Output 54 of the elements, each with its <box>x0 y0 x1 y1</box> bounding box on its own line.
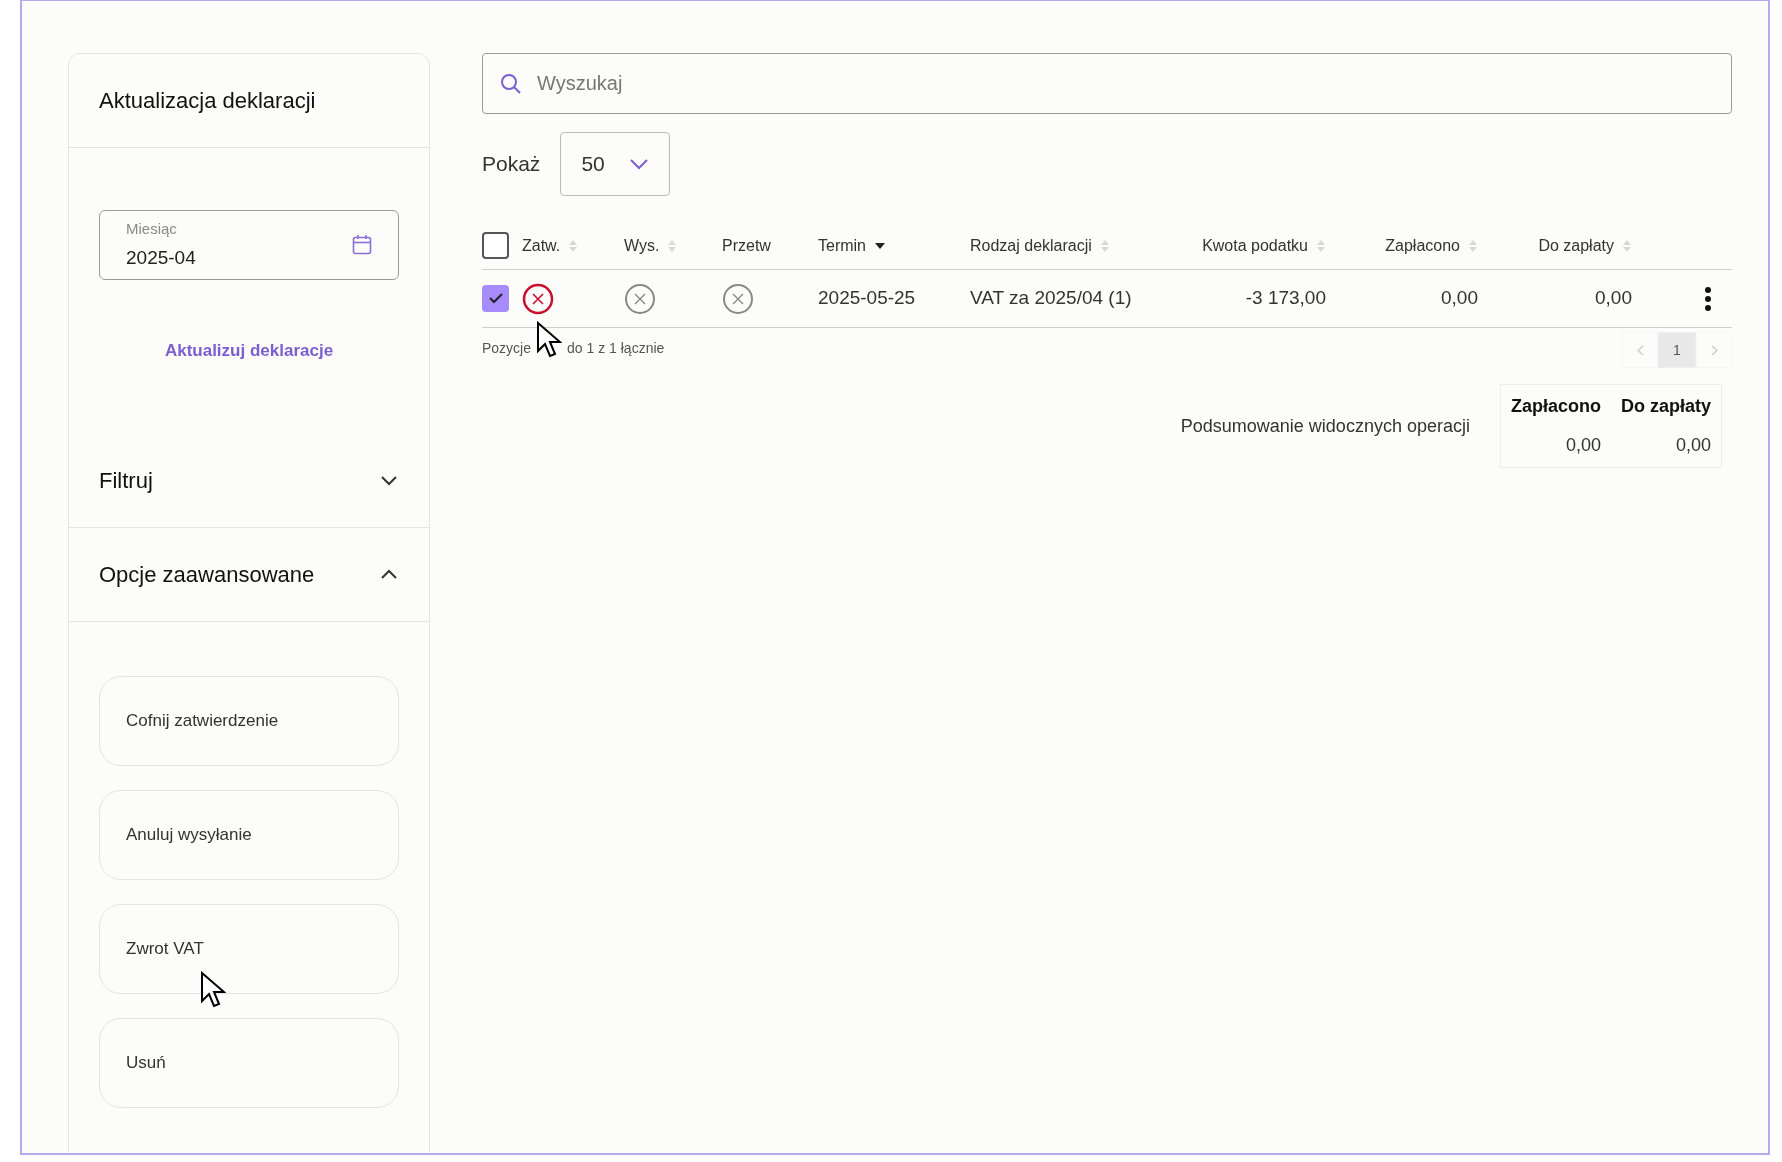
column-header: Przetw <box>722 235 771 256</box>
action-button[interactable]: Usuń <box>99 1017 399 1108</box>
check-icon <box>488 293 503 304</box>
action-button[interactable]: Zwrot VAT <box>99 903 399 994</box>
column-header[interactable]: Zapłacono <box>1385 233 1478 258</box>
column-header[interactable]: Zatw. <box>522 233 579 258</box>
pagination-info: Pozycje <box>482 339 532 358</box>
summary-header: Do zapłaty <box>1620 395 1711 418</box>
action-button[interactable]: Anuluj wysyłanie <box>99 789 399 880</box>
calendar-icon <box>352 234 372 256</box>
chevron-left-icon <box>1636 344 1644 356</box>
chevron-down-icon <box>629 158 650 170</box>
cursor-icon <box>200 971 226 1009</box>
column-header[interactable]: Kwota podatku <box>1202 233 1326 258</box>
sort-icon[interactable] <box>1622 238 1632 253</box>
page-size-label: Pokaż <box>482 151 541 178</box>
panel-title: Aktualizacja deklaracji <box>99 87 316 115</box>
column-header[interactable]: Rodzaj deklaracji <box>970 233 1110 258</box>
sort-icon[interactable] <box>568 238 579 253</box>
column-header[interactable]: Do zapłaty <box>1538 233 1632 258</box>
month-field[interactable]: Miesiąc 2025-04 <box>99 210 399 280</box>
search-field[interactable]: Wyszukaj <box>482 53 1732 114</box>
chevron-right-icon <box>1710 344 1718 356</box>
table-cell: 2025-05-25 <box>818 287 916 309</box>
sort-icon[interactable] <box>1099 238 1110 253</box>
section-header[interactable]: Opcje zaawansowane <box>69 527 429 622</box>
table-row[interactable]: 2025-05-25 VAT za 2025/04 (1) -3 173,00 0,00 0,00 <box>482 270 1732 328</box>
summary-value: 0,00 <box>1674 434 1711 457</box>
table-cell: VAT za 2025/04 (1) <box>970 287 1132 309</box>
page-size-select[interactable]: 50 <box>560 132 671 196</box>
sort-icon[interactable] <box>667 238 678 253</box>
more-options-icon[interactable] <box>1704 286 1712 311</box>
field-value: 2025-04 <box>126 246 196 270</box>
action-button[interactable]: Cofnij zatwierdzenie <box>99 675 399 766</box>
summary-value: 0,00 <box>1564 434 1601 457</box>
summary-header: Zapłacono <box>1510 395 1601 418</box>
summary-label: Podsumowanie widocznych operacji <box>1180 414 1470 438</box>
pagination-info: do 1 z 1 łącznie <box>567 339 665 358</box>
column-header[interactable]: Wys. <box>624 233 678 258</box>
search-icon <box>500 73 522 95</box>
section-header[interactable]: Filtruj <box>69 433 429 528</box>
cursor-icon <box>536 321 562 359</box>
sort-icon[interactable] <box>1316 238 1326 253</box>
update-link[interactable]: Aktualizuj deklaracje <box>164 338 334 364</box>
column-header[interactable]: Termin <box>818 233 886 258</box>
table-cell-text: 0,00 <box>1441 286 1478 311</box>
page-button[interactable]: 1 <box>1658 332 1696 368</box>
sort-icon[interactable] <box>1468 238 1478 253</box>
table-cell-text: -3 173,00 <box>1245 286 1326 311</box>
checkbox[interactable] <box>482 232 509 259</box>
table-cell-text: 0,00 <box>1595 286 1632 311</box>
field-label: Miesiąc <box>126 218 178 239</box>
sort-descending-icon[interactable] <box>874 241 886 250</box>
checkbox[interactable] <box>482 285 509 312</box>
